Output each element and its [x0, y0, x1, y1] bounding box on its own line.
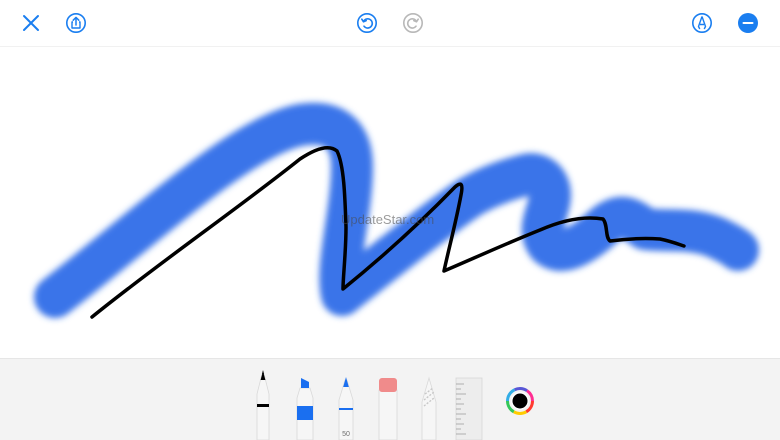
undo-icon — [357, 13, 377, 33]
highlighter-stroke — [34, 102, 759, 318]
lasso-tool[interactable] — [418, 374, 440, 440]
pen-tool[interactable] — [252, 366, 274, 440]
watermark-text: UpdateStar.com — [341, 212, 435, 227]
pencil-tool[interactable]: 50 — [335, 374, 357, 440]
pen-icon — [256, 370, 270, 440]
close-icon — [23, 15, 39, 31]
ruler-tool[interactable] — [454, 376, 484, 440]
color-wheel-icon — [506, 387, 534, 415]
eraser-tool[interactable] — [376, 376, 400, 440]
redo-button[interactable] — [402, 12, 424, 34]
eraser-icon — [378, 378, 398, 440]
tool-palette: 50 — [0, 358, 780, 440]
share-button[interactable] — [65, 12, 87, 34]
close-button[interactable] — [20, 12, 42, 34]
pencil-size-label: 50 — [342, 431, 350, 438]
undo-button[interactable] — [356, 12, 378, 34]
more-button[interactable] — [737, 12, 759, 34]
minus-circle-icon — [738, 13, 758, 33]
color-picker-button[interactable] — [506, 387, 534, 415]
markup-pen-icon — [692, 13, 712, 33]
marker-icon — [296, 378, 314, 440]
marker-tool[interactable] — [293, 374, 317, 440]
share-icon — [66, 13, 86, 33]
markup-button[interactable] — [691, 12, 713, 34]
drawing-canvas[interactable]: UpdateStar.com — [0, 47, 780, 358]
drawing-strokes — [34, 102, 759, 319]
lasso-icon — [421, 376, 437, 440]
redo-icon — [403, 13, 423, 33]
ruler-icon — [455, 377, 483, 440]
top-toolbar — [0, 0, 780, 47]
